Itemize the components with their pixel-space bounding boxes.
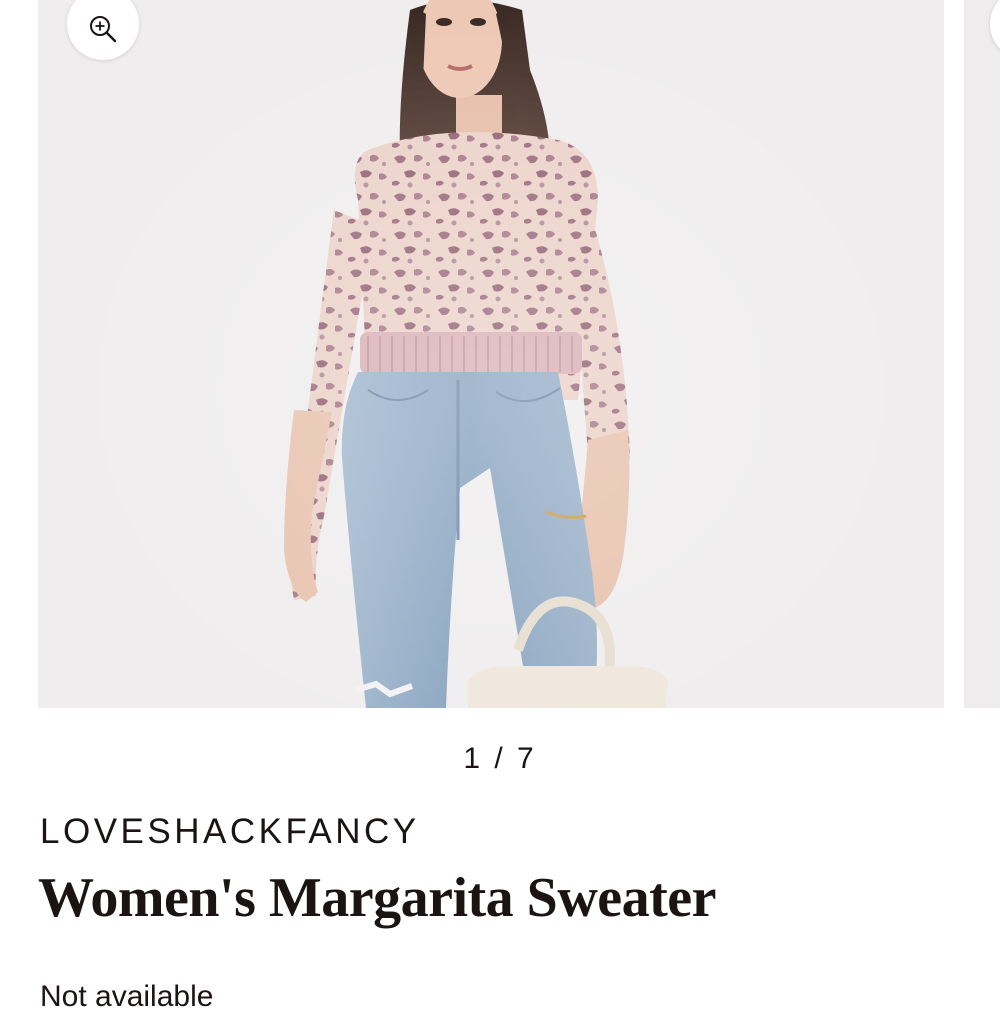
image-counter: 1 / 7: [463, 742, 537, 775]
next-product-image[interactable]: [964, 0, 1000, 708]
availability-status: Not available: [40, 980, 214, 1013]
product-title: Women's Margarita Sweater: [38, 867, 716, 929]
product-image-gallery[interactable]: [0, 0, 1000, 708]
zoom-in-icon: [90, 16, 117, 43]
brand-name[interactable]: LOVESHACKFANCY: [40, 812, 420, 852]
model-photo: [284, 0, 668, 708]
product-image[interactable]: [38, 0, 944, 708]
